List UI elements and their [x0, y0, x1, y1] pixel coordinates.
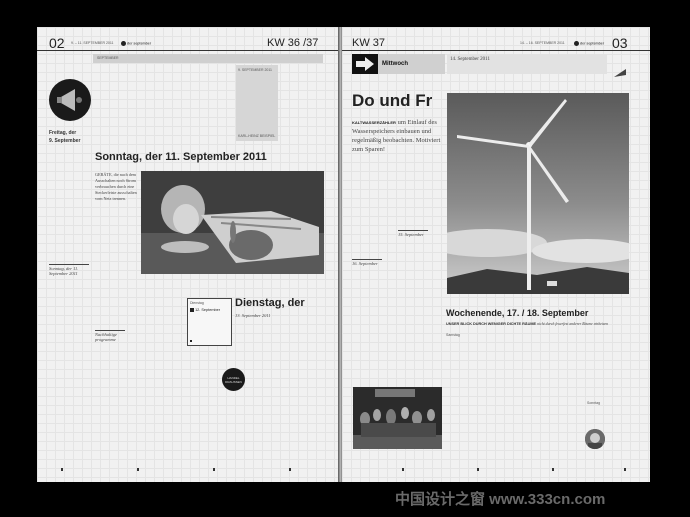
- sidebar-foot: KARL-HEINZ BEISPIEL: [238, 134, 276, 138]
- sunday-headline: Sonntag, der 11. September 2011: [95, 151, 267, 163]
- left-logo: der september: [121, 41, 151, 46]
- page-dot: [624, 468, 626, 471]
- weekend-body: nicht durch feuerfest anderer Räume einh…: [537, 322, 609, 326]
- page-dot: [213, 468, 215, 471]
- left-page-number: 02: [49, 35, 65, 51]
- weekend-caption: Samstag: [446, 333, 460, 337]
- divider: [37, 50, 339, 51]
- wind-turbine-photo: [447, 93, 629, 294]
- tuesday-box-label: Dienstag: [190, 301, 204, 305]
- right-body-block: KALTWASSERZÄHLER um Einlauf des Wassersp…: [352, 118, 444, 154]
- left-page: 02 9. – 11. SEPTEMBER 2011 der september…: [37, 27, 339, 482]
- right-page-number: 03: [612, 35, 628, 51]
- page-dot: [402, 468, 404, 471]
- note-caption: Nachhaltige programme: [95, 330, 125, 342]
- arrow-right-icon: [352, 54, 378, 74]
- sunday-label: Sonntag: [587, 401, 601, 405]
- logo-icon: [574, 41, 579, 46]
- tuesday-headline: Dienstag, der: [235, 297, 305, 309]
- page-dot: [61, 468, 63, 471]
- tuesday-box: Dienstag 12. September: [187, 298, 232, 346]
- crowd-photo: [353, 387, 442, 449]
- day-date: 14. September 2011: [447, 54, 607, 74]
- box-dot: [190, 340, 192, 342]
- tuesday-caption: 13. September 2011: [235, 313, 271, 318]
- friday-date: 9. September: [49, 138, 81, 144]
- square-bullet-icon: [190, 308, 194, 312]
- divider: [342, 50, 650, 51]
- right-date-range: 14. – 16. SEPTEMBER 2011: [520, 41, 565, 45]
- girl-rabbit-photo: [141, 171, 324, 274]
- page-dot: [477, 468, 479, 471]
- flag-icon: [612, 64, 628, 77]
- page-dot: [137, 468, 139, 471]
- weekend-headline: Wochenende, 17. / 18. September: [446, 308, 589, 318]
- page-dot: [289, 468, 291, 471]
- right-page: KW 37 14. – 16. SEPTEMBER 2011 der septe…: [342, 27, 650, 482]
- sunday-body: GERÄTE, die nach dem Ausschalten noch St…: [95, 172, 137, 201]
- sunday-caption: Sonntag, der 11. September 2011: [49, 264, 89, 276]
- top-bar-text: SEPTEMBER: [97, 56, 119, 60]
- weekend-body-block: UNSER BLICK DURCH WENIGER DICHTE RÄUME n…: [446, 322, 636, 326]
- megaphone-icon: [49, 79, 91, 121]
- left-logo-text: der september: [126, 41, 152, 46]
- right-body-lead: KALTWASSERZÄHLER: [352, 120, 396, 125]
- top-bar: SEPTEMBER: [93, 54, 323, 63]
- weekend-lead: UNSER BLICK DURCH WENIGER DICHTE RÄUME: [446, 322, 537, 326]
- sidebar-date: 9. SEPTEMBER 2011: [238, 68, 272, 72]
- logo-icon: [121, 41, 126, 46]
- friday-label: Freitag, der: [49, 130, 77, 136]
- left-date-range: 9. – 11. SEPTEMBER 2011: [71, 41, 114, 45]
- left-week: KW 36 /37: [267, 37, 319, 49]
- avatar: [585, 429, 605, 449]
- sidebar-panel: 9. SEPTEMBER 2011 KARL-HEINZ BEISPIEL: [236, 65, 278, 141]
- caption-2: 16. September: [352, 259, 382, 266]
- day-label: Mittwoch: [378, 54, 445, 74]
- tuesday-box-date: 12. September: [195, 308, 220, 312]
- circle-badge: HANDEL DRAUSSEN: [222, 368, 245, 391]
- tuesday-box-date-row: 12. September: [190, 308, 220, 312]
- right-logo-text: der september: [579, 41, 605, 46]
- right-headline: Do und Fr: [352, 91, 433, 110]
- friday-block: Freitag, der 9. September: [49, 129, 80, 145]
- right-logo: der september: [574, 41, 604, 46]
- right-week: KW 37: [352, 37, 386, 49]
- caption-1: 15. September: [398, 230, 428, 237]
- page-dot: [552, 468, 554, 471]
- watermark: 中国设计之窗 www.333cn.com: [395, 491, 606, 508]
